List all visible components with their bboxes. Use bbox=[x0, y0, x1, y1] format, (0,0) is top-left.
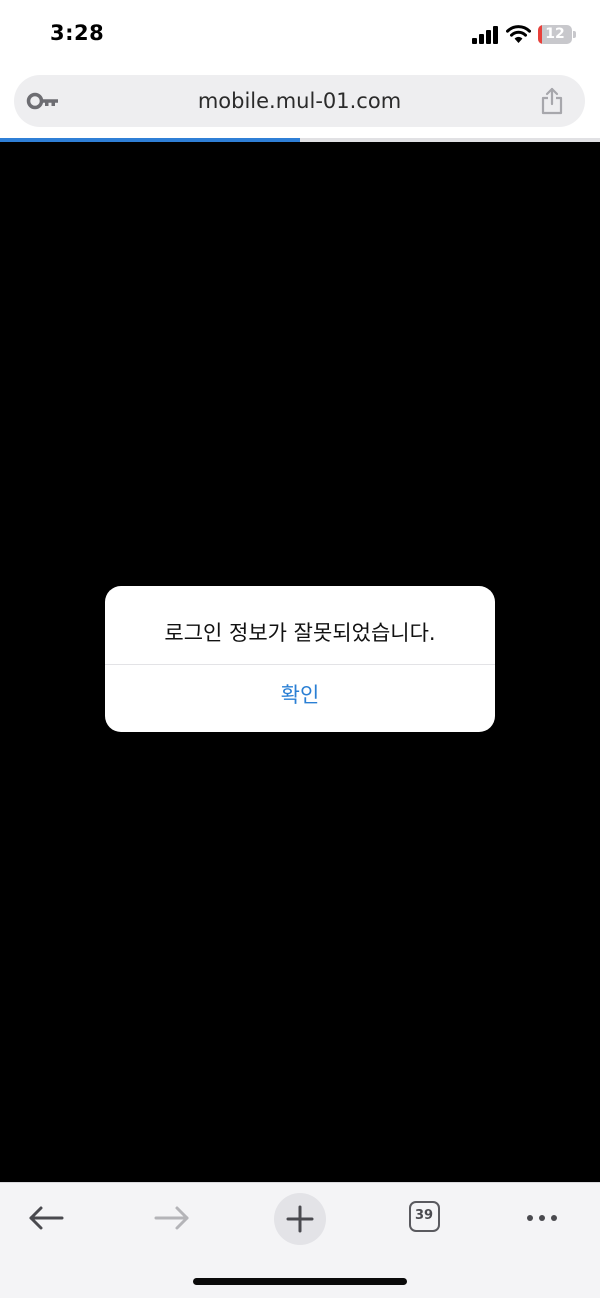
forward-arrow-icon bbox=[154, 1206, 189, 1230]
back-button[interactable] bbox=[20, 1192, 72, 1244]
new-tab-button[interactable] bbox=[274, 1193, 326, 1245]
status-bar: 3:28 12 bbox=[0, 0, 600, 70]
more-icon bbox=[527, 1215, 557, 1221]
alert-dialog: 로그인 정보가 잘못되었습니다. 확인 bbox=[105, 586, 495, 732]
back-arrow-icon bbox=[29, 1206, 64, 1230]
url-text[interactable]: mobile.mul-01.com bbox=[14, 75, 585, 127]
tabs-icon: 39 bbox=[409, 1201, 440, 1232]
confirm-button[interactable]: 확인 bbox=[105, 665, 495, 732]
plus-icon bbox=[286, 1205, 314, 1233]
battery-icon: 12 bbox=[538, 25, 576, 44]
tab-count: 39 bbox=[414, 1208, 434, 1223]
tabs-button[interactable]: 39 bbox=[400, 1192, 452, 1244]
battery-level: 12 bbox=[545, 26, 565, 42]
forward-button[interactable] bbox=[146, 1192, 198, 1244]
home-indicator bbox=[193, 1278, 407, 1285]
alert-message: 로그인 정보가 잘못되었습니다. bbox=[164, 621, 436, 645]
key-icon[interactable] bbox=[26, 91, 60, 111]
share-icon[interactable] bbox=[539, 87, 565, 115]
status-time: 3:28 bbox=[50, 21, 105, 45]
battery-cap bbox=[573, 31, 576, 38]
wifi-icon bbox=[506, 25, 531, 43]
bottom-toolbar: 39 bbox=[0, 1182, 600, 1298]
signal-icon bbox=[472, 26, 498, 44]
more-button[interactable] bbox=[516, 1192, 568, 1244]
address-bar[interactable]: mobile.mul-01.com bbox=[14, 75, 585, 127]
